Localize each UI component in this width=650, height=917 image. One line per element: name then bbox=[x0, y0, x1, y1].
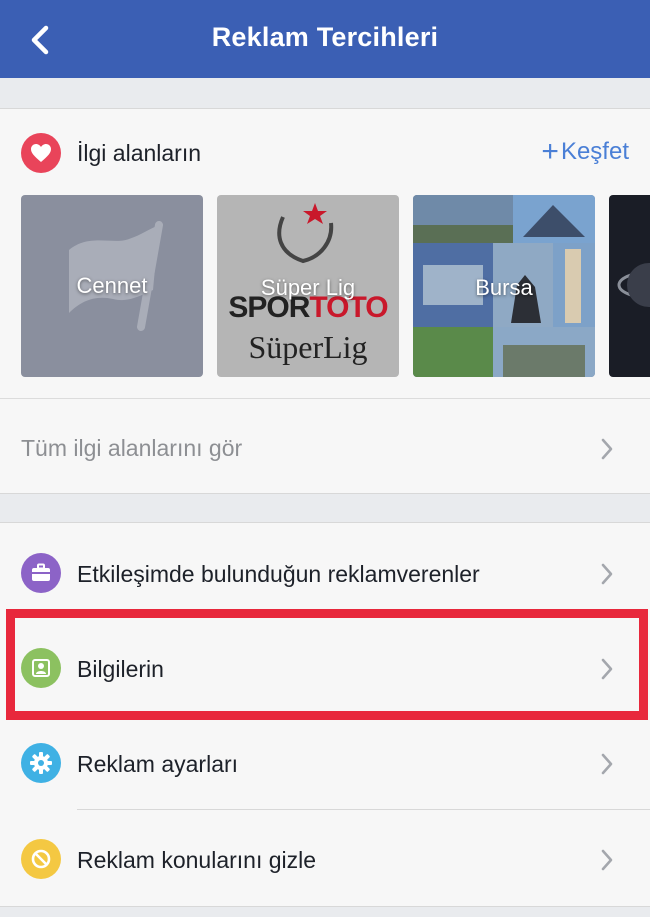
page-title: Reklam Tercihleri bbox=[211, 22, 439, 52]
explore-label: Keşfet bbox=[560, 138, 629, 165]
explore-link[interactable]: + Keşfet bbox=[541, 135, 629, 168]
menu-item-label: Etkileşimde bulunduğun reklamverenler bbox=[77, 561, 480, 587]
chevron-right-icon bbox=[601, 563, 613, 585]
interest-tile-super-lig[interactable]: SPORTOTO SüperLig Süper Lig bbox=[217, 195, 399, 377]
tile-label: Bursa bbox=[475, 275, 533, 300]
menu-item-your-information[interactable]: Bilgilerin bbox=[0, 620, 650, 715]
menu-item-ad-settings[interactable]: Reklam ayarları bbox=[0, 715, 650, 810]
menu-item-label: Bilgilerin bbox=[77, 656, 164, 682]
section-gap bbox=[0, 907, 650, 917]
chevron-right-icon bbox=[601, 849, 613, 871]
gear-icon bbox=[21, 743, 61, 783]
interests-header: İlgi alanların + Keşfet bbox=[0, 109, 650, 195]
ad-preferences-menu: Etkileşimde bulunduğun reklamverenler Bi… bbox=[0, 522, 650, 907]
interest-tile-bursa[interactable]: Bursa bbox=[413, 195, 595, 377]
plus-icon: + bbox=[541, 135, 559, 168]
briefcase-icon bbox=[21, 553, 61, 593]
league-wordmark: SüperLig bbox=[248, 329, 368, 365]
menu-item-label: Reklam konularını gizle bbox=[77, 847, 317, 873]
heart-icon bbox=[21, 133, 61, 173]
interests-title: İlgi alanların bbox=[77, 140, 202, 166]
menu-item-advertisers[interactable]: Etkileşimde bulunduğun reklamverenler bbox=[0, 525, 650, 620]
navigation-bar: Reklam Tercihleri bbox=[0, 0, 650, 78]
row-divider bbox=[77, 809, 650, 810]
chevron-right-icon bbox=[601, 753, 613, 775]
space-photo bbox=[617, 263, 650, 307]
tile-label: Süper Lig bbox=[260, 275, 356, 300]
menu-item-hide-ad-topics[interactable]: Reklam konularını gizle bbox=[0, 811, 650, 906]
chevron-right-icon bbox=[601, 658, 613, 680]
section-gap bbox=[0, 78, 650, 108]
interest-tiles: Cennet SPORTOTO SüperLig Süper Lig Bursa bbox=[21, 195, 650, 377]
see-all-interests-row[interactable]: Tüm ilgi alanlarını gör bbox=[0, 398, 650, 494]
see-all-label: Tüm ilgi alanlarını gör bbox=[21, 435, 243, 461]
menu-item-label: Reklam ayarları bbox=[77, 751, 239, 777]
chevron-right-icon bbox=[601, 438, 613, 460]
interests-section: İlgi alanların + Keşfet Cennet SPORTOTO … bbox=[0, 108, 650, 494]
contact-card-icon bbox=[21, 648, 61, 688]
interest-tile-partial[interactable] bbox=[609, 195, 650, 377]
interest-tile-cennet[interactable]: Cennet bbox=[21, 195, 203, 377]
section-gap bbox=[0, 494, 650, 522]
hide-icon bbox=[21, 839, 61, 879]
tile-label: Cennet bbox=[76, 273, 148, 298]
